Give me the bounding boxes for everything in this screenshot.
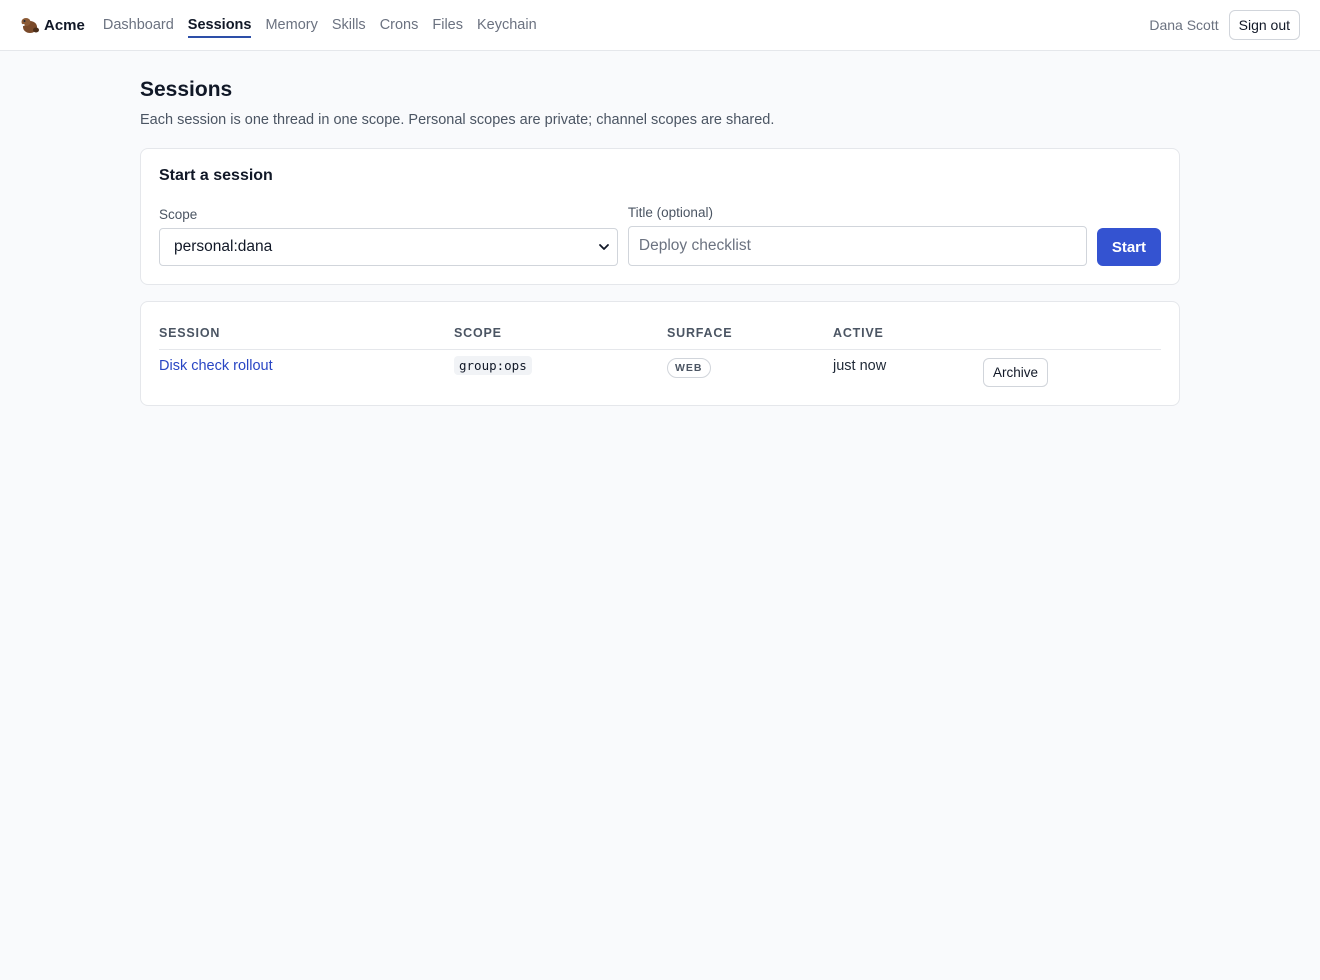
scope-label: Scope (159, 207, 198, 222)
nav-files[interactable]: Files (432, 0, 463, 50)
col-session: Session (159, 320, 454, 350)
scope-cell: group:ops (454, 350, 667, 388)
page-description: Each session is one thread in one scope.… (140, 112, 775, 128)
table-header-row: Session Scope Surface Active (159, 320, 1161, 350)
title-input[interactable] (627, 226, 1087, 266)
session-cell: Disk check rollout (159, 350, 454, 388)
sessions-table: Session Scope Surface Active Disk check … (159, 320, 1161, 387)
nav-skills[interactable]: Skills (332, 0, 366, 50)
archive-button[interactable]: Archive (983, 358, 1049, 387)
scope-field: Scope personal:dana (159, 207, 618, 266)
page-title: Sessions (140, 78, 233, 101)
nav-crons[interactable]: Crons (380, 0, 419, 50)
main-nav: Dashboard Sessions Memory Skills Crons F… (103, 0, 551, 50)
start-session-form: Scope personal:dana Title (optional) Sta… (159, 205, 1161, 266)
nav-dashboard[interactable]: Dashboard (103, 0, 174, 50)
nav-user-area: Dana Scott Sign out (1149, 10, 1300, 40)
main-content: Sessions Each session is one thread in o… (140, 51, 1180, 406)
scope-chip: group:ops (454, 356, 532, 375)
top-nav: Acme Dashboard Sessions Memory Skills Cr… (0, 0, 1320, 51)
start-button[interactable]: Start (1096, 228, 1161, 266)
start-session-title: Start a session (159, 167, 273, 184)
brand-name: Acme (44, 16, 85, 34)
sessions-table-card: Session Scope Surface Active Disk check … (140, 301, 1180, 406)
start-session-card: Start a session Scope personal:dana Titl… (140, 148, 1180, 285)
active-cell: just now (833, 358, 887, 374)
col-active: Active (833, 320, 983, 350)
title-label: Title (optional) (627, 205, 713, 220)
session-link[interactable]: Disk check rollout (159, 358, 273, 374)
actions-cell: Archive (983, 350, 1161, 387)
col-actions (983, 320, 1161, 350)
col-surface: Surface (667, 320, 833, 350)
col-scope: Scope (454, 320, 667, 350)
brand[interactable]: Acme (20, 16, 85, 34)
sign-out-button[interactable]: Sign out (1228, 10, 1300, 40)
user-name: Dana Scott (1149, 17, 1219, 33)
nav-sessions[interactable]: Sessions (187, 0, 251, 50)
beaver-logo-icon (21, 18, 39, 33)
chevron-down-icon (599, 244, 609, 250)
scope-select-value: personal:dana (174, 238, 273, 255)
table-row: Disk check rollout group:ops WEB just no… (159, 350, 1161, 388)
title-field: Title (optional) (627, 205, 1087, 266)
nav-keychain[interactable]: Keychain (477, 0, 537, 50)
nav-memory[interactable]: Memory (265, 0, 317, 50)
surface-badge: WEB (667, 358, 711, 378)
scope-select[interactable]: personal:dana (159, 228, 618, 266)
surface-cell: WEB (667, 350, 833, 388)
